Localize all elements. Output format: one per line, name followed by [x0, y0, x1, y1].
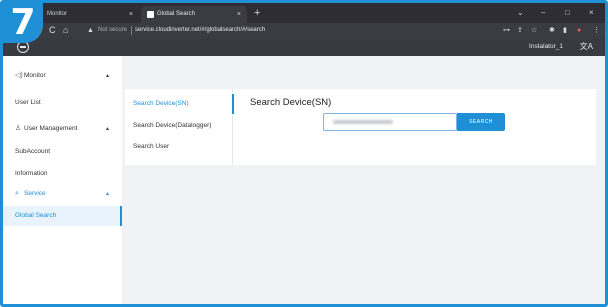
tab-search-user[interactable]: Search User [125, 137, 233, 157]
url-text[interactable]: service.cloudinverter.net/#/globalsearch… [135, 25, 265, 36]
sidebar-group-service[interactable]: ⌕ Service ▲ [3, 184, 122, 204]
speaker-icon: ◁) [15, 72, 23, 79]
screenshot-frame: Monitor × Global Search × + ⌄ – □ × C ⌂ … [0, 0, 608, 307]
redacted-serial [333, 120, 393, 124]
tab-search-device-sn[interactable]: Search Device(SN) [125, 94, 234, 114]
sidebar-item-subaccount[interactable]: SubAccount [3, 142, 122, 162]
share-icon[interactable]: ⇪ [517, 23, 523, 38]
window-close-icon[interactable]: × [589, 6, 594, 20]
sidebar-item-label: Information [15, 170, 48, 177]
home-icon[interactable]: ⌂ [63, 23, 68, 38]
search-type-tabs: Search Device(SN) Search Device(Datalogg… [125, 89, 234, 165]
language-icon[interactable]: 文A [580, 38, 593, 56]
sidebar: ◁) Monitor ▲ User List ♙ User Management… [3, 56, 122, 304]
app-header: Instalator_1 文A [3, 38, 605, 56]
search-button[interactable]: SEARCH [457, 113, 505, 131]
address-bar[interactable]: ▲ Not secure service.cloudinverter.net/#… [87, 25, 487, 36]
sidepanel-icon[interactable]: ▮ [563, 23, 567, 38]
sidebar-item-label: SubAccount [15, 148, 51, 155]
sidebar-item-global-search[interactable]: Global Search [3, 206, 122, 226]
sidebar-group-monitor[interactable]: ◁) Monitor ▲ [3, 66, 122, 86]
user-icon: ♙ [15, 125, 22, 132]
sidebar-item-label: Monitor [24, 72, 46, 79]
tab-title: Monitor [47, 11, 68, 17]
favicon-icon [147, 11, 154, 18]
sidebar-item-label: User List [15, 99, 41, 106]
sidebar-item-label: Global Search [15, 212, 57, 219]
tab-search-device-datalogger[interactable]: Search Device(Datalogger) [125, 116, 233, 136]
security-label: Not secure [98, 27, 128, 33]
menu-icon[interactable]: ⋮ [593, 23, 600, 38]
reload-icon[interactable]: C [49, 23, 56, 38]
browser-tab-monitor[interactable]: Monitor × [39, 6, 139, 23]
search-icon: ⌕ [15, 190, 19, 197]
tab-title: Global Search [157, 11, 196, 17]
extensions-icon[interactable]: ✱ [549, 23, 555, 38]
search-card: Search Device(SN) Search Device(Datalogg… [125, 89, 596, 165]
close-icon[interactable]: × [129, 6, 133, 23]
user-menu[interactable]: Instalator_1 [529, 38, 563, 56]
step-badge: 7 [3, 3, 43, 43]
new-tab-icon[interactable]: + [254, 6, 260, 20]
chevron-up-icon: ▲ [105, 126, 110, 132]
sidebar-item-information[interactable]: Information [3, 164, 122, 184]
browser-tab-strip: Monitor × Global Search × + ⌄ – □ × [3, 3, 605, 23]
page-title: Search Device(SN) [250, 97, 332, 108]
browser-toolbar: C ⌂ ▲ Not secure service.cloudinverter.n… [3, 23, 605, 38]
browser-tab-global-search[interactable]: Global Search × [141, 6, 247, 23]
sidebar-item-user-list[interactable]: User List [3, 93, 122, 113]
close-icon[interactable]: × [237, 6, 241, 23]
chevron-up-icon: ▲ [105, 191, 110, 197]
chevron-up-icon: ▲ [105, 73, 110, 79]
minimize-icon[interactable]: – [541, 6, 545, 20]
maximize-icon[interactable]: □ [565, 6, 570, 20]
sidebar-item-label: User Management [24, 125, 78, 132]
key-icon[interactable]: ⊶ [503, 23, 510, 38]
star-icon[interactable]: ☆ [531, 23, 537, 38]
sidebar-item-label: Service [24, 190, 46, 197]
profile-icon[interactable]: ● [577, 23, 581, 38]
divider [131, 26, 132, 35]
sidebar-group-user-management[interactable]: ♙ User Management ▲ [3, 119, 122, 139]
chevron-down-icon[interactable]: ⌄ [517, 6, 524, 20]
warning-triangle-icon: ▲ [87, 27, 94, 34]
